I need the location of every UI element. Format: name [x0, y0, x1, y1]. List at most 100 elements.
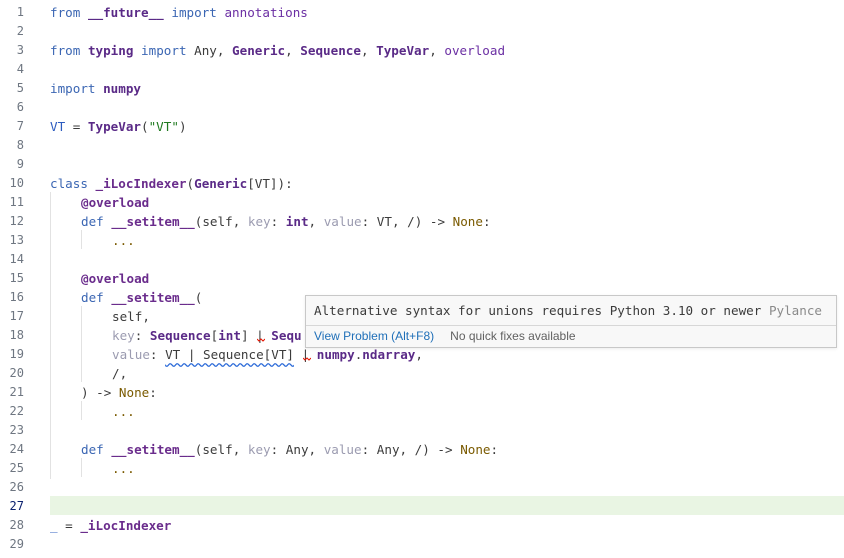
- token: class: [50, 176, 88, 191]
- code-editor[interactable]: 1 2 3 4 5 6 7 8 9 10 11 12 13 14 15 16 17 18 19 20 21 22 23 24 2…: [0, 0, 844, 558]
- line-number: 27: [9, 499, 24, 513]
- diagnostic-message: Alternative syntax for unions requires P…: [314, 303, 762, 318]
- line-number: 5: [16, 81, 24, 95]
- code-line-7[interactable]: VT = TypeVar("VT"): [50, 117, 187, 136]
- line-number: 18: [9, 328, 24, 342]
- token: int: [285, 214, 309, 229]
- token: __setitem__: [111, 290, 195, 305]
- token: key: [247, 442, 271, 457]
- token: ): [178, 119, 187, 134]
- hover-actions: View Problem (Alt+F8) No quick fixes avai…: [314, 327, 576, 345]
- token: :: [134, 328, 150, 343]
- code-line-25[interactable]: ...: [112, 459, 135, 478]
- code-line-15[interactable]: @overload: [81, 269, 149, 288]
- token: None: [452, 214, 483, 229]
- line-number: 25: [9, 461, 24, 475]
- token: =: [65, 119, 88, 134]
- token: :: [149, 347, 166, 362]
- token: ...: [112, 233, 135, 248]
- token: (: [186, 176, 195, 191]
- code-line-20[interactable]: /,: [112, 364, 127, 383]
- token: __setitem__: [111, 442, 195, 457]
- line-number: 8: [16, 138, 24, 152]
- code-line-22[interactable]: ...: [112, 402, 135, 421]
- hover-divider: [306, 325, 836, 326]
- token: :: [270, 214, 286, 229]
- code-line-3[interactable]: from typing import Any, Generic, Sequenc…: [50, 41, 505, 60]
- token: _iLocIndexer: [95, 176, 187, 191]
- token: value: [323, 442, 362, 457]
- token: Generic: [232, 43, 286, 58]
- no-quick-fixes-label: No quick fixes available: [450, 329, 576, 343]
- token: =: [57, 518, 81, 533]
- token: ,: [232, 214, 248, 229]
- code-line-17[interactable]: self,: [112, 307, 150, 326]
- line-number: 3: [16, 43, 24, 57]
- token: import: [141, 43, 187, 58]
- line-number: 13: [9, 233, 24, 247]
- diagnostic-hover-popup: Alternative syntax for unions requires P…: [305, 295, 837, 348]
- code-line-18[interactable]: key: Sequence[int] | Sequ: [112, 326, 302, 345]
- code-line-12[interactable]: def __setitem__(self, key: int, value: V…: [81, 212, 491, 231]
- token: def: [81, 214, 104, 229]
- line-number: 10: [9, 176, 24, 190]
- hovered-union-expression[interactable]: VT | Sequence[VT]: [165, 347, 294, 362]
- line-number: 15: [9, 271, 24, 285]
- token: (: [141, 119, 149, 134]
- code-line-21[interactable]: ) -> None:: [81, 383, 157, 402]
- token: ,: [415, 347, 423, 362]
- token: Sequence: [300, 43, 361, 58]
- token: Any,: [186, 43, 233, 58]
- line-number: 4: [16, 62, 24, 76]
- current-line-highlight: [50, 496, 844, 515]
- token: ...: [112, 404, 135, 419]
- hover-message: Alternative syntax for unions requires P…: [314, 300, 822, 322]
- code-line-28[interactable]: _ = _iLocIndexer: [50, 516, 171, 535]
- token: TypeVar: [376, 43, 430, 58]
- view-problem-link[interactable]: View Problem (Alt+F8): [314, 329, 434, 343]
- token: _iLocIndexer: [80, 518, 172, 533]
- error-squiggle: [303, 357, 311, 361]
- token: overload: [444, 43, 506, 58]
- indent-guide: [81, 306, 82, 382]
- token: self: [112, 309, 143, 324]
- code-line-10[interactable]: class _iLocIndexer(Generic[VT]):: [50, 174, 293, 193]
- token: from: [50, 43, 81, 58]
- code-line-16[interactable]: def __setitem__(: [81, 288, 202, 307]
- line-number: 1: [16, 5, 24, 19]
- code-line-13[interactable]: ...: [112, 231, 135, 250]
- token: TypeVar: [87, 119, 141, 134]
- indent-guide: [81, 401, 82, 420]
- token: self: [202, 214, 233, 229]
- line-number: 29: [9, 537, 24, 551]
- line-number: 19: [9, 347, 24, 361]
- token: ]: [240, 328, 257, 343]
- line-number: 26: [9, 480, 24, 494]
- token: __future__: [87, 5, 164, 20]
- line-number: 12: [9, 214, 24, 228]
- line-number: 2: [16, 24, 24, 38]
- token: typing: [87, 43, 134, 58]
- token: : VT, /) ->: [361, 214, 453, 229]
- code-line-24[interactable]: def __setitem__(self, key: Any, value: A…: [81, 440, 498, 459]
- line-number: 20: [9, 366, 24, 380]
- token: import: [171, 5, 217, 20]
- token: ,: [285, 43, 301, 58]
- token: ,: [232, 442, 248, 457]
- line-number: 17: [9, 309, 24, 323]
- token: self: [202, 442, 233, 457]
- token: [VT]):: [247, 176, 293, 191]
- code-line-5[interactable]: import numpy: [50, 79, 141, 98]
- token: /,: [112, 366, 128, 381]
- token: ,: [360, 43, 377, 58]
- line-number: 16: [9, 290, 24, 304]
- token: @overload: [81, 195, 150, 210]
- code-line-1[interactable]: from __future__ import annotations: [50, 3, 308, 22]
- code-line-11[interactable]: @overload: [81, 193, 149, 212]
- token: Sequence: [149, 328, 211, 343]
- token: : Any, /) ->: [361, 442, 461, 457]
- token: from: [50, 5, 81, 20]
